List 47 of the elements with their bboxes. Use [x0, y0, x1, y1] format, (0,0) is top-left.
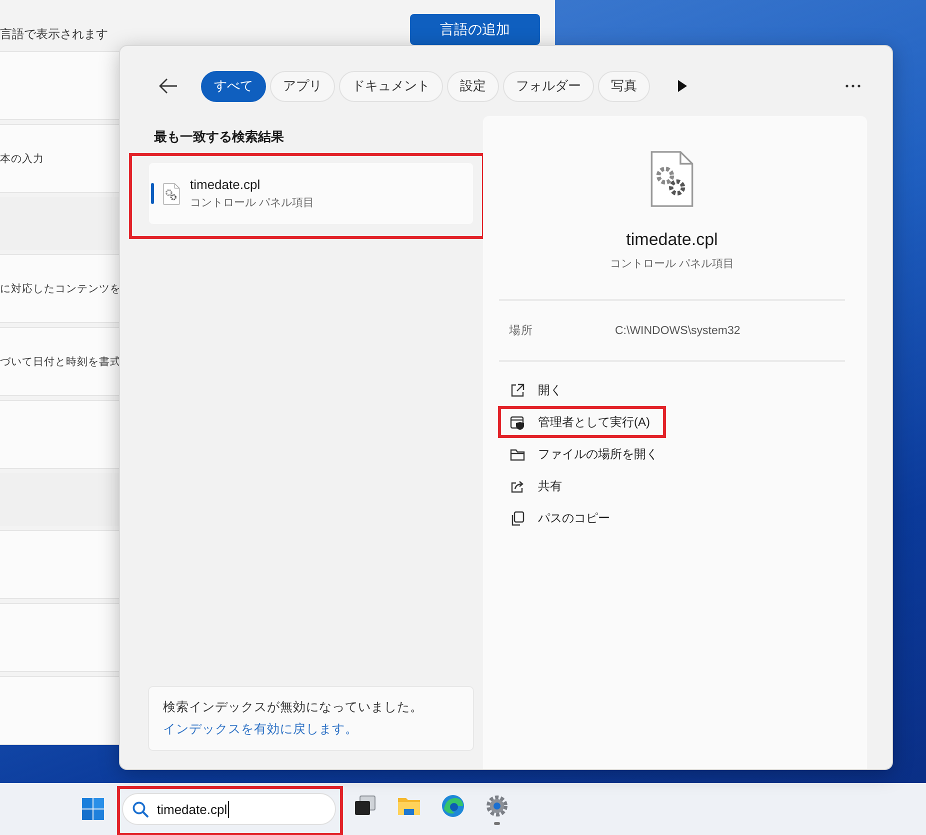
filter-tab[interactable]: フォルダー — [503, 70, 594, 102]
shield-window-icon — [510, 414, 525, 430]
section-heading: 最も一致する検索結果 — [154, 128, 285, 146]
location-label: 場所 — [508, 324, 534, 338]
add-language-button[interactable]: 言語の追加 — [410, 14, 540, 45]
filter-tab[interactable]: 設定 — [447, 70, 499, 102]
action-label: 開く — [538, 382, 562, 398]
text-caret — [228, 800, 230, 818]
details-type: コントロール パネル項目 — [610, 257, 734, 271]
setting-label: 本の入力 — [0, 152, 44, 166]
share-icon — [510, 478, 525, 494]
search-result[interactable]: timedate.cpl コントロール パネル項目 — [149, 163, 473, 224]
action-item[interactable]: 共有 — [501, 473, 568, 499]
open-external-icon — [510, 382, 525, 398]
action-item[interactable]: 管理者として実行(A) — [501, 409, 656, 435]
setting-description: 言語で表示されます — [0, 26, 108, 43]
filter-tab[interactable]: 写真 — [598, 70, 650, 102]
back-arrow-icon[interactable] — [158, 76, 178, 96]
action-label: パスのコピー — [538, 510, 610, 526]
action-item[interactable]: 開く — [501, 377, 568, 403]
action-item[interactable]: パスのコピー — [501, 505, 616, 531]
location-path: C:\WINDOWS\system32 — [615, 324, 740, 336]
action-item[interactable]: ファイルの場所を開く — [501, 441, 664, 467]
search-field[interactable]: timedate.cpl — [122, 793, 336, 825]
notice-text: 検索インデックスが無効になっていました。 — [163, 699, 424, 716]
search-query: timedate.cpl — [157, 802, 228, 816]
result-title: timedate.cpl — [190, 177, 262, 192]
details-title: timedate.cpl — [626, 230, 718, 250]
filter-tab[interactable]: ドキュメント — [339, 70, 443, 102]
play-icon[interactable] — [676, 80, 688, 92]
more-icon[interactable] — [845, 84, 861, 88]
gear-icon[interactable] — [484, 793, 510, 819]
enable-index-link[interactable]: インデックスを有効に戻します。 — [163, 721, 459, 738]
setting-label: に対応したコンテンツを — [0, 282, 121, 296]
windows-logo-icon[interactable] — [82, 798, 104, 820]
copy-icon — [510, 510, 525, 526]
folder-icon — [510, 446, 525, 462]
browser-icon[interactable] — [440, 793, 466, 819]
filter-tab[interactable]: アプリ — [270, 70, 335, 102]
gear-file-icon — [650, 150, 694, 208]
action-label: 管理者として実行(A) — [538, 414, 650, 430]
action-label: 共有 — [538, 478, 562, 494]
action-label: ファイルの場所を開く — [538, 446, 658, 462]
gear-file-icon — [163, 182, 180, 204]
filter-tab[interactable]: すべて — [201, 70, 266, 102]
search-icon — [132, 800, 149, 818]
result-type: コントロール パネル項目 — [190, 196, 314, 210]
